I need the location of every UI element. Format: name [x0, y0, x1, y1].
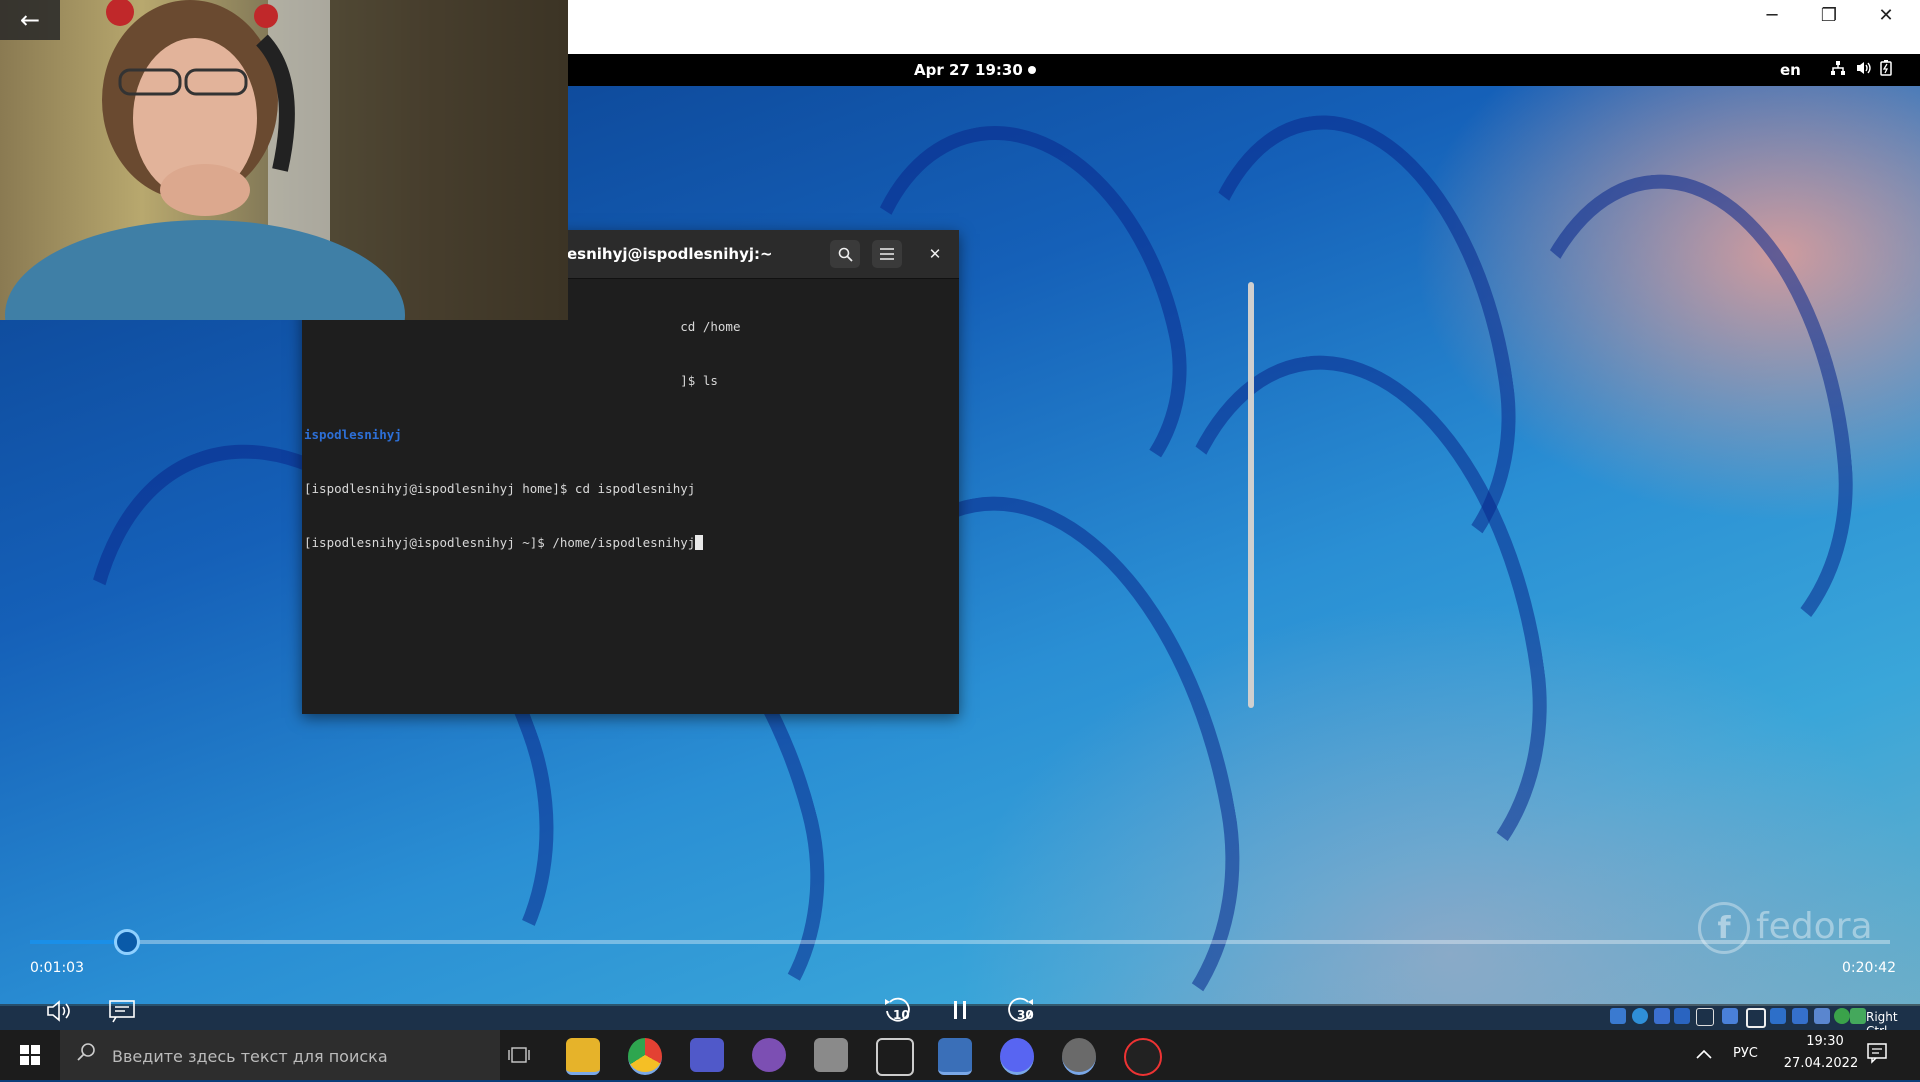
vm-optical-icon[interactable] — [1632, 1008, 1648, 1024]
pause-button[interactable] — [950, 998, 970, 1028]
close-icon[interactable]: ✕ — [920, 240, 950, 268]
vm-display-icon[interactable] — [1746, 1008, 1766, 1028]
gnome-keyboard-layout[interactable]: en — [1780, 61, 1801, 79]
menu-icon[interactable] — [872, 240, 902, 268]
maximize-button[interactable]: ❐ — [1801, 0, 1857, 30]
vm-usb-icon[interactable] — [1722, 1008, 1738, 1024]
total-duration: 0:20:42 — [1842, 960, 1896, 976]
volume-icon[interactable] — [1856, 60, 1872, 80]
windows-taskbar: РУС 19:30 27.04.2022 — [0, 1030, 1920, 1082]
recorder-icon[interactable] — [1124, 1038, 1162, 1076]
close-button[interactable]: ✕ — [1858, 0, 1914, 30]
teams-icon[interactable] — [690, 1038, 724, 1072]
current-time: 0:01:03 — [30, 960, 84, 976]
vm-shared-folder-icon[interactable] — [1770, 1008, 1786, 1024]
vm-audio-icon[interactable] — [1654, 1008, 1670, 1024]
search-icon[interactable] — [830, 240, 860, 268]
github-desktop-icon[interactable] — [752, 1038, 786, 1072]
text-cursor — [695, 535, 704, 550]
seek-bar[interactable] — [30, 929, 1890, 955]
taskbar-time[interactable]: 19:30 — [1790, 1034, 1860, 1049]
vm-network-icon[interactable] — [1674, 1008, 1690, 1024]
chevron-up-icon[interactable] — [1696, 1044, 1712, 1063]
skip-forward-button[interactable]: 30 — [1006, 994, 1040, 1028]
terminal-line: cd /home — [304, 319, 741, 334]
skip-back-seconds: 10 — [893, 1008, 910, 1022]
gnome-top-bar: Apr 27 19:30 en — [568, 54, 1920, 86]
terminal-line: ]$ ls — [304, 373, 718, 388]
discord-icon[interactable] — [1000, 1038, 1034, 1075]
webcam-person-illustration — [5, 0, 568, 320]
vm-status-tray: Right Ctrl — [1610, 1002, 1920, 1038]
seek-bar-progress — [30, 940, 125, 944]
obs-icon[interactable] — [1062, 1038, 1096, 1075]
terminal-prompt-line: [ispodlesnihyj@ispodlesnihyj ~]$ /home/i… — [304, 534, 944, 552]
terminal-line: [ispodlesnihyj@ispodlesnihyj home]$ cd i… — [304, 481, 696, 496]
battery-icon[interactable] — [1880, 60, 1892, 80]
taskbar-search[interactable] — [60, 1030, 500, 1082]
volume-button[interactable] — [46, 998, 74, 1030]
language-indicator[interactable]: РУС — [1733, 1046, 1758, 1061]
file-explorer-icon[interactable] — [566, 1038, 600, 1075]
network-icon[interactable] — [1830, 60, 1846, 80]
taskbar-date[interactable]: 27.04.2022 — [1776, 1056, 1866, 1071]
terminal-app-icon[interactable] — [814, 1038, 848, 1072]
virtualbox-icon[interactable] — [938, 1038, 972, 1075]
search-icon — [76, 1042, 96, 1067]
subtitles-button[interactable] — [108, 998, 136, 1030]
pen-icon[interactable] — [1696, 1008, 1714, 1026]
start-button[interactable] — [0, 1030, 60, 1080]
terminal-output[interactable]: cd /home ]$ ls ispodlesnihyj [ispodlesni… — [304, 282, 944, 702]
terminal-title: esnihyj@ispodlesnihyj:~ — [567, 245, 773, 263]
skip-back-button[interactable]: 10 — [882, 994, 916, 1028]
terminal-scrollbar[interactable] — [1248, 282, 1254, 708]
wallpaper-swirl — [1478, 159, 1870, 697]
terminal-line: [ispodlesnihyj@ispodlesnihyj ~]$ /home/i… — [304, 535, 696, 550]
vm-disk-icon[interactable] — [1610, 1008, 1626, 1024]
webcam-overlay: ← — [0, 0, 568, 320]
chrome-icon[interactable] — [628, 1038, 662, 1075]
back-button[interactable]: ← — [0, 0, 60, 40]
notification-dot-icon — [1028, 66, 1036, 74]
terminal-line: ispodlesnihyj — [304, 427, 402, 442]
vm-keyboard-icon[interactable] — [1850, 1008, 1866, 1024]
vm-cpu-icon[interactable] — [1834, 1008, 1850, 1024]
package-icon[interactable] — [876, 1038, 914, 1076]
search-input[interactable] — [110, 1030, 494, 1082]
notifications-icon[interactable] — [1866, 1042, 1888, 1069]
fedora-logo: f — [1698, 902, 1750, 954]
task-view-icon[interactable] — [502, 1038, 536, 1072]
gnome-clock[interactable]: Apr 27 19:30 — [914, 61, 1023, 79]
vm-mouse-integration-icon[interactable] — [1792, 1008, 1808, 1024]
vm-recording-icon[interactable] — [1814, 1008, 1830, 1024]
skip-forward-seconds: 30 — [1017, 1008, 1034, 1022]
minimize-button[interactable]: ─ — [1744, 0, 1800, 30]
